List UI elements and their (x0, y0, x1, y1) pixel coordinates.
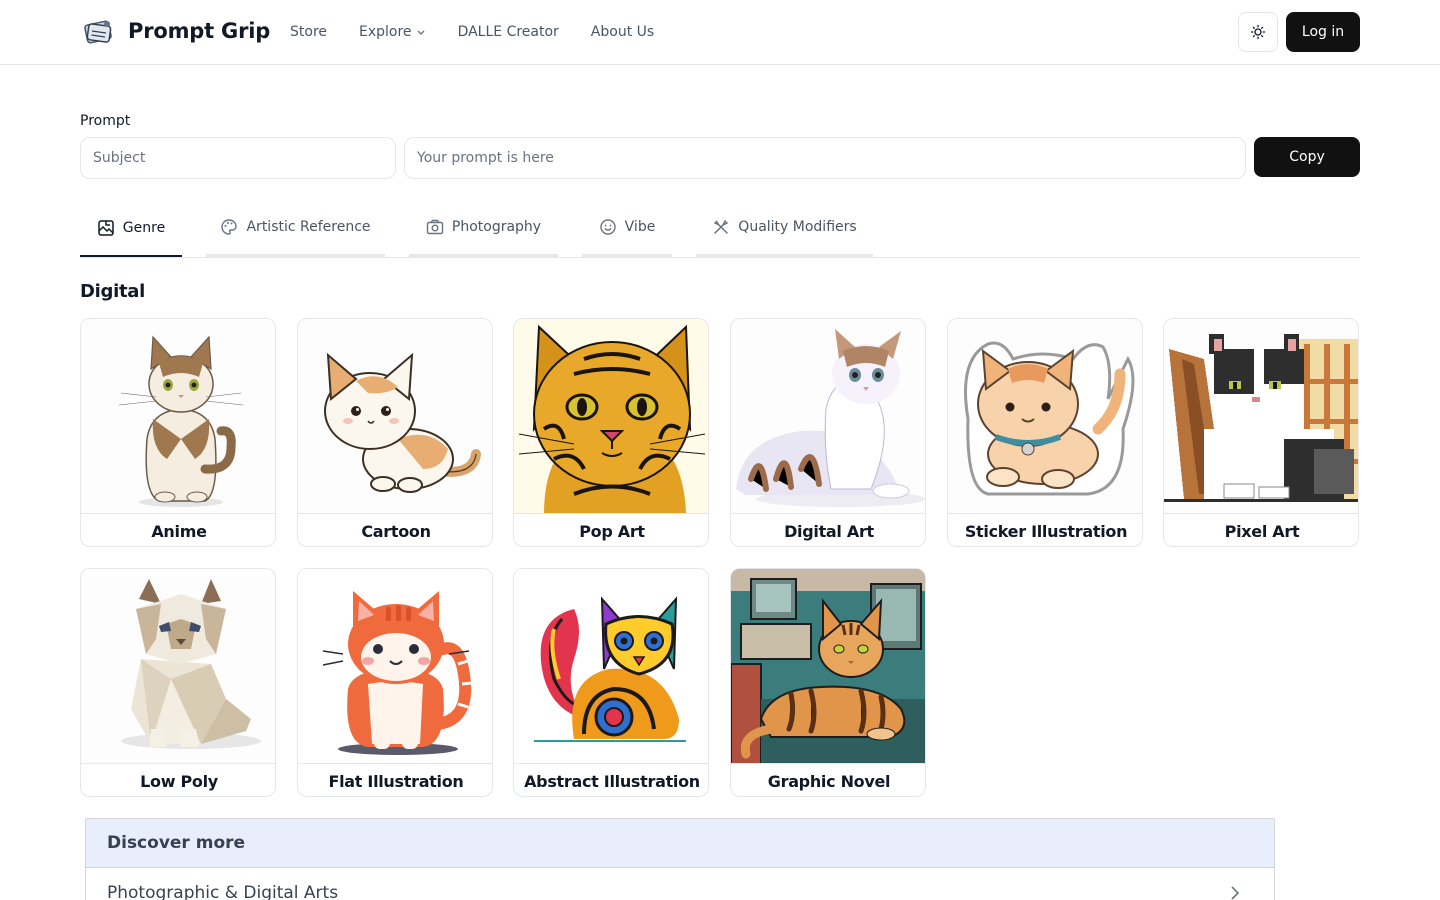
tab-photography[interactable]: Photography (409, 200, 558, 257)
genre-card-sticker-illustration[interactable]: Sticker Illustration (947, 318, 1143, 547)
discover-item-label: Photographic & Digital Arts (107, 883, 339, 900)
nav-dalle-label: DALLE Creator (457, 24, 559, 40)
nav-explore[interactable]: Explore (359, 24, 426, 40)
genre-card-graphic-novel[interactable]: Graphic Novel (730, 568, 926, 797)
card-label-flat-illustration: Flat Illustration (328, 772, 464, 791)
card-label-graphic-novel: Graphic Novel (767, 772, 891, 791)
smile-icon (599, 219, 616, 235)
card-label-pop-art: Pop Art (579, 522, 645, 541)
prompt-input[interactable] (404, 137, 1246, 179)
card-image-cartoon (298, 319, 492, 514)
sun-icon (1250, 24, 1266, 40)
tab-genre[interactable]: Genre (80, 200, 182, 257)
brand-name: Prompt Grip (128, 19, 271, 43)
card-image-sticker-illustration (948, 319, 1142, 514)
main-nav: Store Explore DALLE Creator About Us (290, 0, 686, 64)
genre-card-anime[interactable]: Anime (80, 318, 276, 547)
card-label-digital-art: Digital Art (784, 522, 874, 541)
card-label-abstract-illustration: Abstract Illustration (524, 772, 700, 791)
nav-store[interactable]: Store (290, 24, 327, 40)
logo-link[interactable]: Prompt Grip (82, 14, 270, 48)
genre-card-cartoon[interactable]: Cartoon (297, 318, 493, 547)
tab-quality-modifiers[interactable]: Quality Modifiers (696, 200, 873, 257)
tab-vibe-label: Vibe (624, 219, 656, 235)
discover-more-panel: Discover more Photographic & Digital Art… (85, 818, 1275, 900)
genre-card-abstract-illustration[interactable]: Abstract Illustration (513, 568, 709, 797)
genre-card-pop-art[interactable]: Pop Art (513, 318, 709, 547)
tab-artistic-reference-label: Artistic Reference (246, 219, 371, 235)
card-image-flat-illustration (298, 569, 492, 764)
camera-icon (426, 219, 444, 235)
genre-icon (98, 219, 114, 236)
logo-icon (84, 20, 112, 44)
tab-quality-modifiers-label: Quality Modifiers (738, 219, 857, 235)
theme-toggle-button[interactable] (1238, 12, 1278, 52)
nav-dalle-creator[interactable]: DALLE Creator (458, 24, 559, 40)
section-title: Digital (80, 281, 145, 302)
tab-photography-label: Photography (451, 219, 542, 235)
genre-card-low-poly[interactable]: Low Poly (80, 568, 276, 797)
card-label-pixel-art: Pixel Art (1224, 522, 1300, 541)
card-label-low-poly: Low Poly (140, 772, 218, 791)
top-header: Prompt Grip Store Explore DALLE Creator … (0, 0, 1440, 65)
login-button[interactable]: Log in (1286, 12, 1360, 52)
chevron-right-icon (1231, 886, 1240, 900)
card-image-abstract-illustration (514, 569, 708, 764)
nav-about-us[interactable]: About Us (591, 24, 654, 40)
genre-card-pixel-art[interactable]: Pixel Art (1163, 318, 1359, 547)
discover-more-title: Discover more (86, 819, 1274, 868)
discover-item-photographic-digital-arts[interactable]: Photographic & Digital Arts (86, 868, 1274, 900)
category-tabs: Genre Artistic Reference Photography Vib… (80, 200, 1360, 258)
subject-input[interactable] (80, 137, 396, 179)
palette-icon (221, 219, 238, 235)
nav-about-label: About Us (590, 24, 655, 40)
card-label-cartoon: Cartoon (361, 522, 431, 541)
genre-card-digital-art[interactable]: Digital Art (730, 318, 926, 547)
tab-genre-label: Genre (122, 219, 166, 236)
prompt-label: Prompt (80, 113, 131, 129)
genre-card-flat-illustration[interactable]: Flat Illustration (297, 568, 493, 797)
nav-explore-label: Explore (359, 24, 412, 40)
card-image-pop-art (514, 319, 708, 514)
card-image-pixel-art (1164, 319, 1358, 514)
card-image-digital-art (731, 319, 925, 514)
tools-icon (714, 219, 729, 234)
copy-button[interactable]: Copy (1254, 137, 1360, 177)
card-image-low-poly (81, 569, 275, 764)
nav-store-label: Store (290, 24, 328, 40)
tab-vibe[interactable]: Vibe (582, 200, 672, 257)
card-label-sticker-illustration: Sticker Illustration (964, 522, 1128, 541)
card-image-anime (81, 319, 275, 514)
card-image-graphic-novel (731, 569, 925, 764)
card-label-anime: Anime (151, 522, 207, 541)
chevron-down-icon (417, 30, 425, 35)
tab-artistic-reference[interactable]: Artistic Reference (206, 200, 385, 257)
